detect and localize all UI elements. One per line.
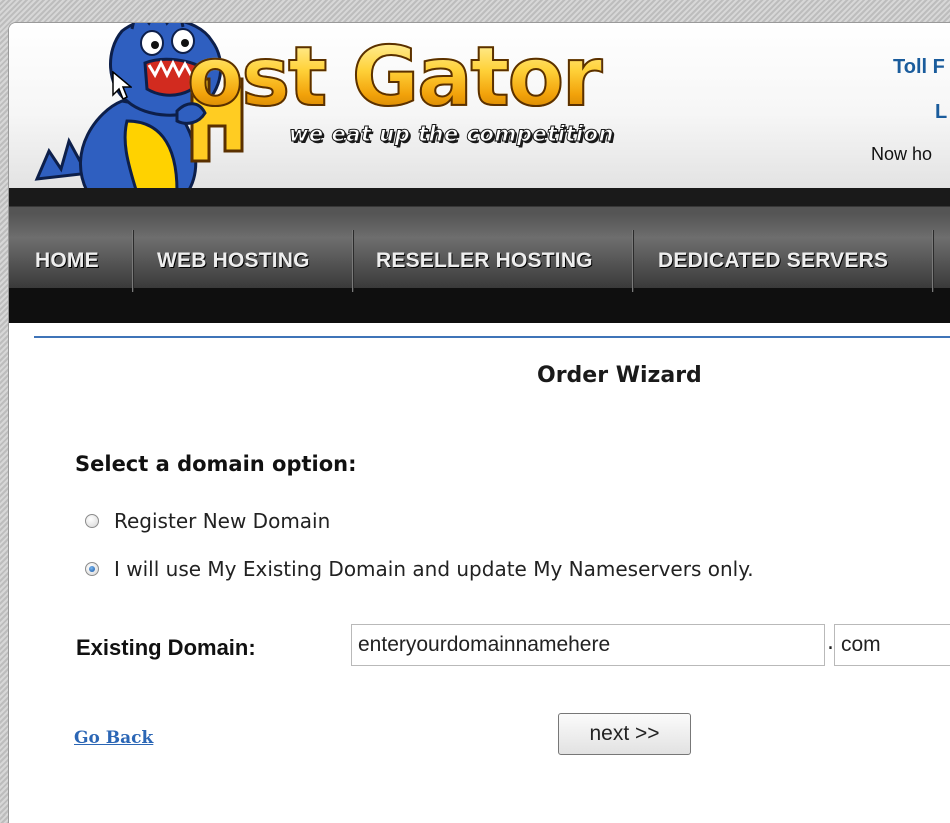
content-divider: [34, 336, 950, 338]
option-existing-domain[interactable]: I will use My Existing Domain and update…: [85, 556, 754, 582]
nav-divider: [932, 230, 933, 292]
mouse-pointer-icon: [112, 71, 132, 101]
main-nav: HOME WEB HOSTING RESELLER HOSTING DEDICA…: [9, 188, 950, 323]
toll-free-label: Toll F: [893, 56, 945, 78]
live-chat-label[interactable]: L: [935, 101, 947, 124]
site-header: ost Gator we eat up the competition Toll…: [9, 23, 950, 195]
domain-option-heading: Select a domain option:: [75, 452, 357, 476]
logo-tagline: we eat up the competition: [289, 122, 614, 147]
existing-domain-label: Existing Domain:: [76, 635, 256, 660]
nav-dedicated-servers[interactable]: DEDICATED SERVERS: [658, 240, 888, 282]
page-title: Order Wizard: [537, 363, 702, 388]
radio-button[interactable]: [85, 514, 99, 528]
now-hosting-text: Now ho: [871, 144, 933, 164]
radio-label: I will use My Existing Domain and update…: [114, 557, 754, 581]
nav-home[interactable]: HOME: [35, 240, 99, 282]
nav-divider: [352, 230, 353, 292]
nav-web-hosting[interactable]: WEB HOSTING: [157, 240, 310, 282]
next-button[interactable]: next >>: [558, 713, 691, 755]
domain-name-input[interactable]: [351, 624, 825, 666]
tld-input[interactable]: [834, 624, 950, 666]
radio-label: Register New Domain: [114, 509, 331, 533]
nav-reseller-hosting[interactable]: RESELLER HOSTING: [376, 240, 593, 282]
nav-divider: [632, 230, 633, 292]
radio-button-selected[interactable]: [85, 562, 99, 576]
page: ost Gator we eat up the competition Toll…: [8, 22, 950, 823]
option-register-new-domain[interactable]: Register New Domain: [85, 508, 330, 534]
nav-divider: [132, 230, 133, 292]
go-back-link[interactable]: Go Back: [74, 728, 153, 748]
domain-dot: .: [827, 630, 834, 655]
logo-wordmark[interactable]: ost Gator: [186, 36, 604, 120]
